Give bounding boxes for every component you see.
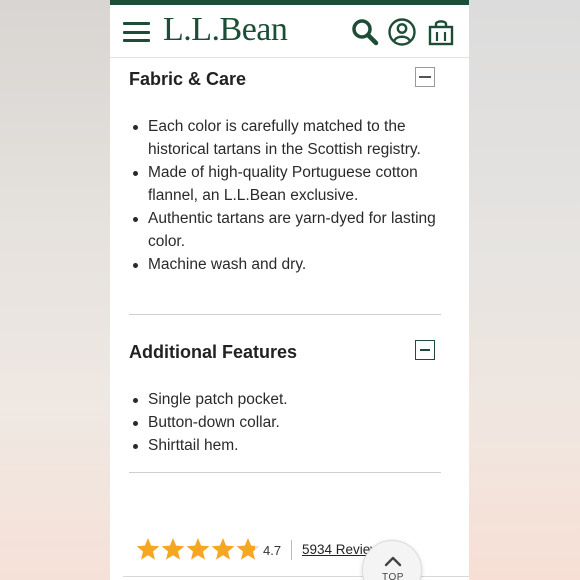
list-item: Shirttail hem. bbox=[133, 434, 453, 457]
shopping-bag-icon[interactable] bbox=[426, 17, 456, 47]
list-item: Authentic tartans are yarn-dyed for last… bbox=[133, 207, 453, 253]
list-item: Machine wash and dry. bbox=[133, 253, 453, 276]
star-icon bbox=[136, 538, 160, 560]
divider bbox=[129, 314, 441, 315]
hamburger-menu-icon[interactable] bbox=[123, 22, 150, 42]
additional-features-collapse-minus-icon[interactable] bbox=[415, 340, 435, 360]
star-icon bbox=[161, 538, 185, 560]
fabric-care-list: Each color is carefully matched to the h… bbox=[133, 115, 453, 276]
star-icon bbox=[186, 538, 210, 560]
list-item: Single patch pocket. bbox=[133, 388, 453, 411]
list-item: Each color is carefully matched to the h… bbox=[133, 115, 453, 161]
list-item: Button-down collar. bbox=[133, 411, 453, 434]
additional-features-list: Single patch pocket. Button-down collar.… bbox=[133, 388, 453, 457]
rating-separator bbox=[291, 540, 292, 560]
star-rating bbox=[136, 538, 260, 560]
background-left bbox=[0, 0, 110, 580]
product-page: L.L.Bean Fabric & Care Each color is car… bbox=[110, 0, 469, 580]
fabric-care-heading[interactable]: Fabric & Care bbox=[129, 69, 246, 90]
star-icon bbox=[211, 538, 235, 560]
site-header: L.L.Bean bbox=[110, 5, 469, 58]
divider bbox=[129, 472, 441, 473]
fabric-care-collapse-minus-icon[interactable] bbox=[415, 67, 435, 87]
list-item: Made of high-quality Portuguese cotton f… bbox=[133, 161, 453, 207]
background-right bbox=[469, 0, 580, 580]
search-icon[interactable] bbox=[350, 17, 380, 47]
additional-features-heading[interactable]: Additional Features bbox=[129, 342, 297, 363]
scroll-to-top-label: TOP bbox=[382, 572, 404, 580]
logo[interactable]: L.L.Bean bbox=[163, 11, 288, 49]
account-icon[interactable] bbox=[387, 17, 417, 47]
rating-value: 4.7 bbox=[263, 543, 282, 558]
chevron-up-icon bbox=[384, 556, 402, 567]
